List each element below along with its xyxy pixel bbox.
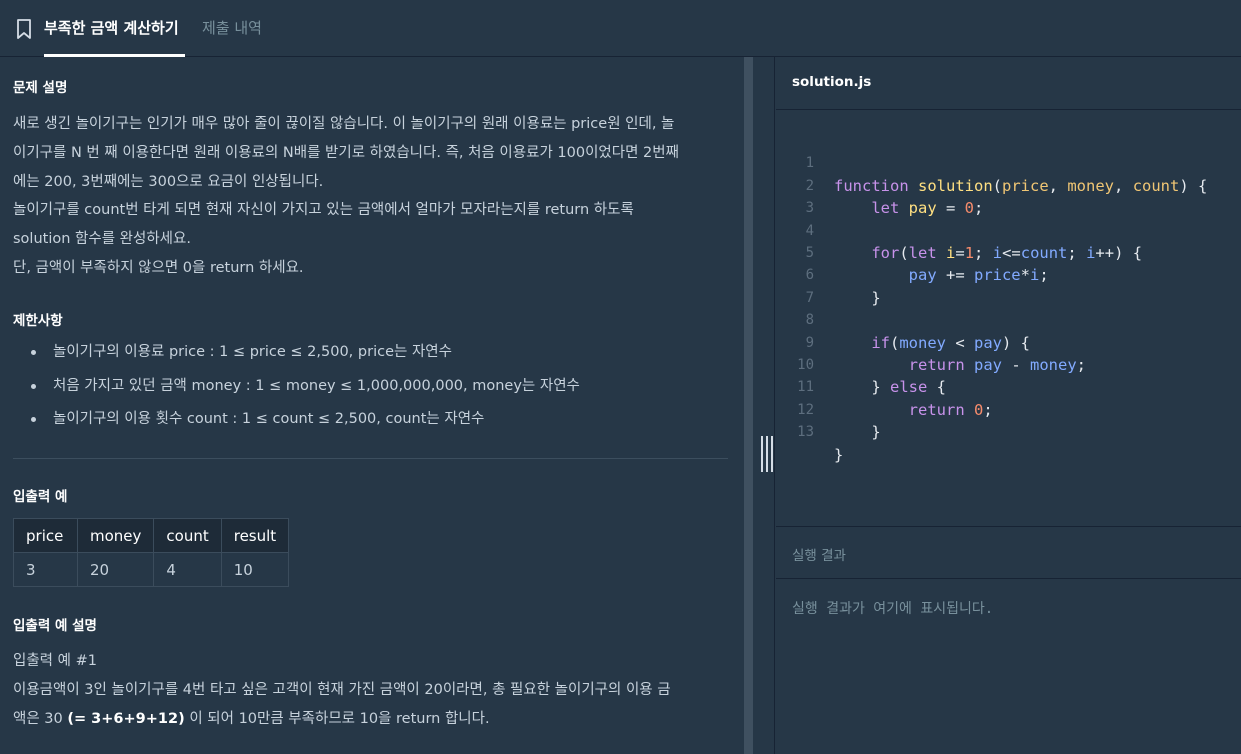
restrictions-list: 놀이기구의 이용료 price : 1 ≤ price ≤ 2,500, pri…: [13, 338, 580, 439]
io-explain-line: 입출력 예 #1: [13, 653, 97, 669]
tab-submissions[interactable]: 제출 내역: [202, 0, 262, 57]
io-explain-text: 이 되어 10만큼 부족하므로 10을 return 합니다.: [184, 710, 490, 727]
code-line[interactable]: 3: [776, 175, 814, 216]
code-line[interactable]: 7: [776, 264, 814, 306]
code-line[interactable]: 11 return 0;: [776, 354, 993, 418]
table-cell: 3: [13, 552, 78, 587]
list-item: 놀이기구의 이용료 price : 1 ≤ price ≤ 2,500, pri…: [13, 338, 580, 372]
code-line[interactable]: 12 }: [776, 376, 881, 441]
list-item: 처음 가지고 있던 금액 money : 1 ≤ money ≤ 1,000,0…: [13, 372, 580, 406]
code-line[interactable]: 1 function solution(price, money, count)…: [776, 130, 1208, 194]
code-line[interactable]: 9 return pay - money;: [776, 309, 1086, 374]
problem-line: 놀이기구를 count번 타게 되면 현재 자신이 가지고 있는 금액에서 얼마…: [13, 202, 634, 219]
table-header: price: [13, 518, 78, 553]
list-item: 놀이기구의 이용 횟수 count : 1 ≤ count ≤ 2,500, c…: [13, 405, 580, 439]
problem-heading: 문제 설명: [13, 80, 68, 96]
result-output: 실행 결과가 여기에 표시됩니다.: [776, 579, 1241, 754]
table-header: money: [76, 518, 155, 553]
problem-line: 이기구를 N 번 째 이용한다면 원래 이용료의 N배를 받기로 하였습니다. …: [13, 144, 679, 161]
io-heading: 입출력 예: [13, 489, 68, 505]
description-scrollbar[interactable]: [744, 57, 753, 754]
io-explain-body: 입출력 예 #1 이용금액이 3인 놀이기구를 4번 타고 싶은 고객이 현재 …: [13, 647, 671, 733]
io-explain-text: 액은 30: [13, 710, 68, 727]
table-row: 3 20 4 10: [13, 552, 290, 587]
bookmark-icon[interactable]: [16, 19, 32, 39]
io-explain-heading: 입출력 예 설명: [13, 618, 97, 634]
problem-line: 단, 금액이 부족하지 않으면 0을 return 하세요.: [13, 259, 304, 276]
table-header-row: price money count result: [13, 518, 290, 553]
code-line[interactable]: 13 }: [776, 399, 843, 463]
panel-splitter[interactable]: [753, 57, 775, 754]
result-title: 실행 결과: [792, 548, 846, 564]
io-explain-formula: (= 3+6+9+12): [67, 710, 185, 727]
code-editor[interactable]: 1 function solution(price, money, count)…: [776, 110, 1241, 526]
top-tab-bar: 부족한 금액 계산하기 제출 내역: [0, 0, 1241, 57]
io-explain-line: 액은 30 (= 3+6+9+12) 이 되어 10만큼 부족하므로 10을 r…: [13, 705, 671, 734]
restrictions-heading: 제한사항: [13, 313, 63, 329]
line-number: 13: [797, 424, 814, 441]
splitter-handle-icon[interactable]: [761, 436, 773, 472]
table-cell: 4: [153, 552, 222, 587]
section-divider: [13, 458, 728, 459]
table-cell: 20: [76, 552, 155, 587]
table-header: count: [153, 518, 222, 553]
problem-description-panel: 문제 설명 새로 생긴 놀이기구는 인기가 매우 많아 줄이 끊이질 않습니다.…: [0, 57, 743, 754]
problem-line: 에는 200, 3번째에는 300으로 요금이 인상됩니다.: [13, 173, 324, 190]
code-line[interactable]: 8 if(money < pay) {: [776, 287, 1030, 351]
code-line[interactable]: 10 } else {: [776, 332, 946, 396]
result-header: 실행 결과: [776, 526, 1241, 579]
problem-line: solution 함수를 완성하세요.: [13, 231, 191, 248]
editor-header: solution.js: [776, 57, 1241, 110]
table-cell: 10: [220, 552, 290, 587]
code-line[interactable]: 5 pay += price*i;: [776, 220, 1049, 284]
io-example-table: price money count result 3 20 4 10: [13, 518, 290, 587]
problem-body: 새로 생긴 놀이기구는 인기가 매우 많아 줄이 끊이질 않습니다. 이 놀이기…: [13, 110, 679, 283]
io-explain-line: 이용금액이 3인 놀이기구를 4번 타고 싶은 고객이 현재 가진 금액이 20…: [13, 681, 671, 698]
result-placeholder: 실행 결과가 여기에 표시됩니다.: [792, 601, 994, 617]
code-line[interactable]: 2 let pay = 0;: [776, 152, 984, 217]
code-line[interactable]: 6 }: [776, 242, 881, 306]
tab-problem[interactable]: 부족한 금액 계산하기: [44, 0, 185, 57]
code-line[interactable]: 4 for(let i=1; i<=count; i++) {: [776, 197, 1143, 262]
file-name: solution.js: [792, 74, 872, 90]
table-header: result: [220, 518, 290, 553]
problem-line: 새로 생긴 놀이기구는 인기가 매우 많아 줄이 끊이질 않습니다. 이 놀이기…: [13, 116, 675, 132]
